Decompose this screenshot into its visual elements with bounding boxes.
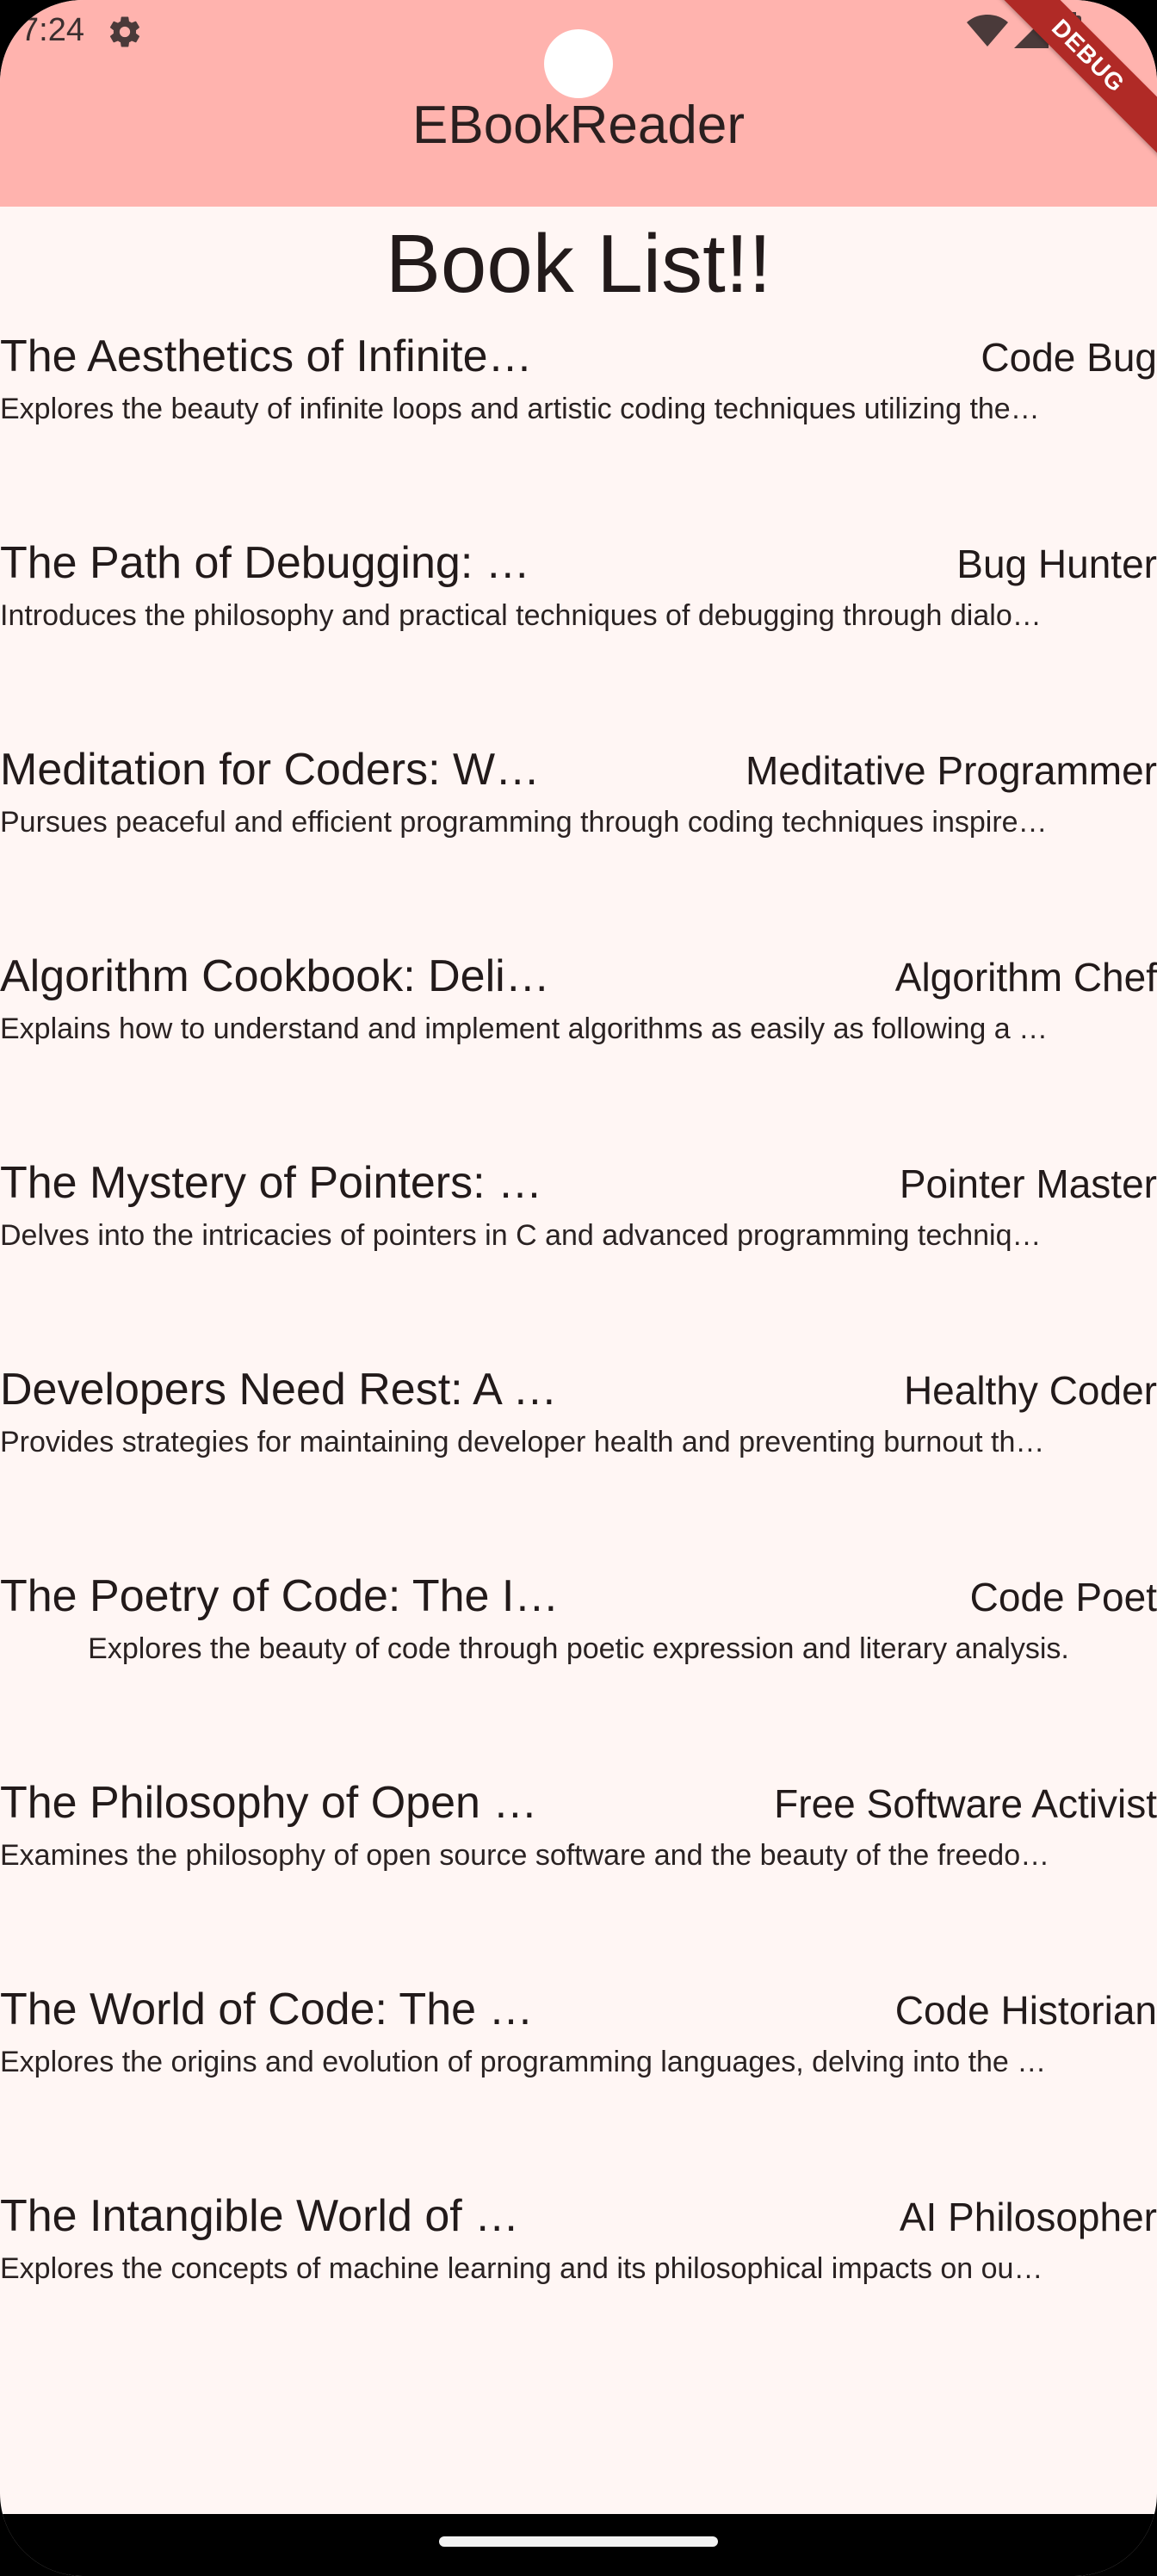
book-description: Delves into the intricacies of pointers …	[0, 1219, 1042, 1252]
book-description: Provides strategies for maintaining deve…	[0, 1426, 1045, 1458]
book-author: Code Poet	[969, 1575, 1157, 1619]
book-list-item[interactable]: The Aesthetics of Infinite… Code Bug Exp…	[0, 325, 1157, 532]
book-title: The Intangible World of …	[0, 2191, 520, 2241]
book-author: Free Software Activist	[774, 1781, 1157, 1826]
home-gesture-handle[interactable]	[439, 2536, 718, 2547]
book-list: The Aesthetics of Infinite… Code Bug Exp…	[0, 325, 1157, 2392]
book-list-item[interactable]: Meditation for Coders: W… Meditative Pro…	[0, 739, 1157, 945]
book-author: Meditative Programmer	[745, 748, 1157, 793]
book-list-item[interactable]: The World of Code: The … Code Historian …	[0, 1978, 1157, 2185]
status-time: 7:24	[21, 12, 84, 48]
book-title: The Philosophy of Open …	[0, 1778, 538, 1828]
book-description: Examines the philosophy of open source s…	[0, 1839, 1050, 1872]
wifi-icon	[967, 15, 1008, 46]
book-list-item[interactable]: The Philosophy of Open … Free Software A…	[0, 1772, 1157, 1978]
book-list-item[interactable]: The Path of Debugging: … Bug Hunter Intr…	[0, 532, 1157, 739]
book-author: AI Philosopher	[899, 2195, 1157, 2239]
book-list-item[interactable]: Developers Need Rest: A … Healthy Coder …	[0, 1359, 1157, 1565]
gear-icon	[109, 16, 140, 47]
app-bar: 7:24 EBookReader DEBUG	[0, 0, 1157, 207]
book-description: Explains how to understand and implement…	[0, 1012, 1049, 1045]
book-title: The Mystery of Pointers: …	[0, 1158, 542, 1208]
book-author: Bug Hunter	[956, 542, 1157, 586]
book-author: Healthy Coder	[903, 1368, 1157, 1413]
book-description: Explores the origins and evolution of pr…	[0, 2046, 1047, 2078]
status-bar: 7:24	[0, 0, 1157, 98]
book-title: The Poetry of Code: The I…	[0, 1571, 560, 1621]
book-description: Pursues peaceful and efficient programmi…	[0, 806, 1048, 839]
app-title: EBookReader	[411, 96, 746, 155]
book-description: Explores the beauty of code through poet…	[88, 1632, 1069, 1665]
camera-cutout	[544, 29, 613, 98]
book-title: Meditation for Coders: W…	[0, 745, 541, 795]
book-author: Code Bug	[981, 335, 1157, 380]
book-title: The Path of Debugging: …	[0, 538, 530, 588]
app-screen: 7:24 EBookReader DEBUG Book List!! The A…	[0, 0, 1157, 2576]
book-title: Developers Need Rest: A …	[0, 1365, 558, 1415]
book-title: The Aesthetics of Infinite…	[0, 331, 533, 381]
book-list-item[interactable]: The Mystery of Pointers: … Pointer Maste…	[0, 1152, 1157, 1359]
book-title: The World of Code: The …	[0, 1985, 534, 2034]
system-navigation-bar	[0, 2514, 1157, 2576]
book-author: Code Historian	[894, 1988, 1157, 2033]
book-title: Algorithm Cookbook: Deli…	[0, 951, 550, 1001]
book-description: Explores the beauty of infinite loops an…	[0, 393, 1040, 425]
book-list-item[interactable]: Algorithm Cookbook: Deli… Algorithm Chef…	[0, 945, 1157, 1152]
page-title: Book List!!	[385, 218, 772, 310]
book-list-item[interactable]: The Intangible World of … AI Philosopher…	[0, 2185, 1157, 2392]
book-description: Introduces the philosophy and practical …	[0, 599, 1042, 632]
book-author: Algorithm Chef	[894, 955, 1157, 1000]
book-description: Explores the concepts of machine learnin…	[0, 2252, 1043, 2285]
book-list-item[interactable]: The Poetry of Code: The I… Code Poet Exp…	[0, 1565, 1157, 1772]
book-author: Pointer Master	[899, 1161, 1157, 1206]
